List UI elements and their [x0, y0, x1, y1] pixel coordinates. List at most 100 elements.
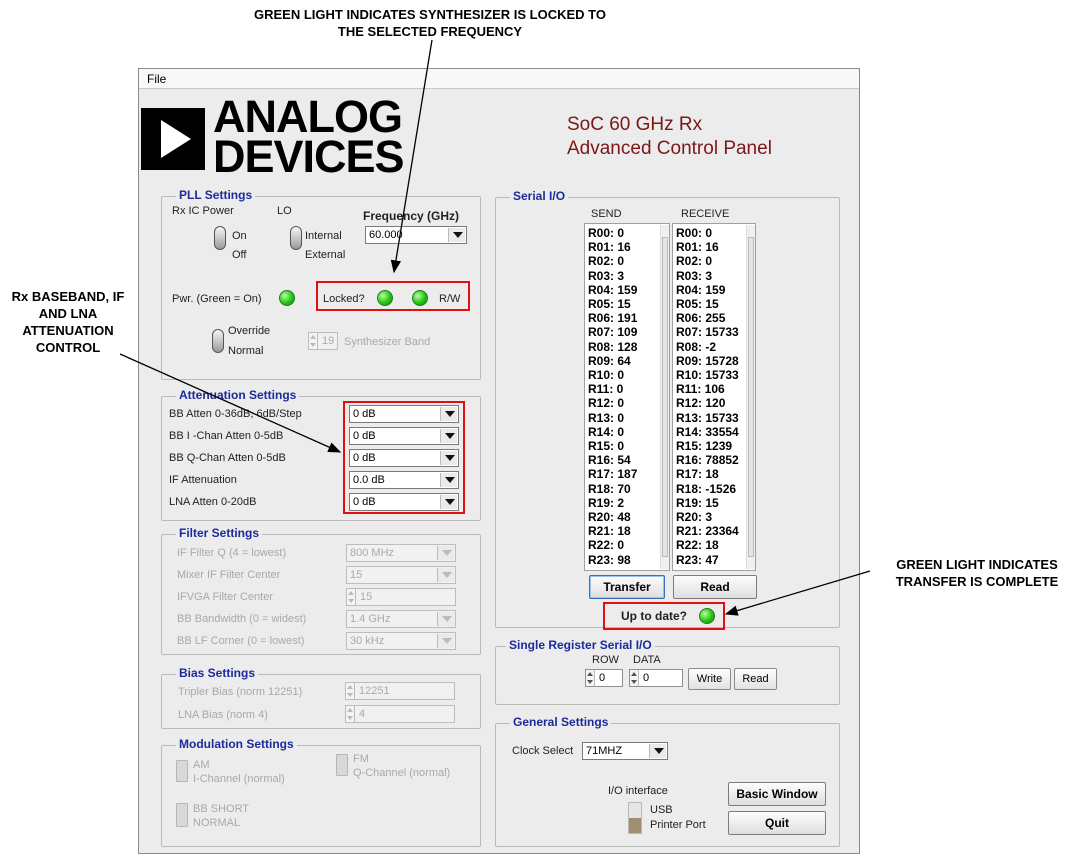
data-label: DATA — [633, 654, 661, 666]
row-label: ROW — [592, 654, 619, 666]
clock-select[interactable]: 71MHZ — [582, 742, 668, 760]
lo-switch[interactable] — [290, 226, 302, 250]
power-on-label: On — [232, 230, 247, 242]
atten-row-label: IF Attenuation — [169, 474, 237, 486]
power-off-label: Off — [232, 249, 247, 261]
synthesizer-band-stepper[interactable]: 19 — [308, 332, 338, 350]
rx-ic-power-switch[interactable] — [214, 226, 226, 250]
receive-register-row: R00: 0 — [676, 226, 713, 240]
send-register-row: R02: 0 — [588, 254, 625, 269]
basic-window-button[interactable]: Basic Window — [728, 782, 826, 806]
row-stepper[interactable]: 0 — [585, 669, 623, 687]
callout-synth-locked: GREEN LIGHT INDICATES SYNTHESIZER IS LOC… — [254, 7, 606, 39]
filter-settings-group: Filter Settings — [161, 526, 481, 655]
callout-transfer-complete: GREEN LIGHT INDICATES TRANSFER IS COMPLE… — [895, 557, 1059, 589]
am-label: AM — [193, 759, 210, 771]
io-interface-switch[interactable] — [628, 802, 642, 834]
receive-register-row: R05: 15 — [676, 297, 719, 311]
menu-bar: File — [139, 69, 859, 89]
attenuation-highlight-box — [343, 401, 465, 514]
receive-register-row: R08: -2 — [676, 339, 717, 354]
send-header: SEND — [591, 208, 622, 220]
i-channel-label: I-Channel (normal) — [193, 773, 285, 785]
send-register-row: R09: 64 — [588, 353, 631, 368]
modulation-settings-title: Modulation Settings — [176, 737, 297, 751]
receive-register-row: R12: 120 — [676, 396, 726, 411]
atten-row-label: BB Atten 0-36dB, 6dB/Step — [169, 408, 302, 420]
bb-short-label: BB SHORT — [193, 803, 250, 815]
send-scrollbar[interactable] — [660, 225, 669, 569]
logo-wordmark: ANALOG DEVICES — [213, 91, 405, 182]
send-register-row: R00: 0 — [588, 226, 625, 240]
receive-register-row: R10: 15733 — [676, 368, 739, 382]
send-register-row: R06: 191 — [588, 311, 638, 326]
usb-label: USB — [650, 804, 673, 816]
receive-register-row: R19: 15 — [676, 495, 719, 510]
pwr-status-led — [279, 290, 295, 306]
receive-register-row: R13: 15733 — [676, 410, 739, 425]
receive-register-row: R14: 33554 — [676, 424, 739, 439]
single-register-group: Single Register Serial I/O ROW DATA 0 0 … — [495, 638, 840, 705]
send-register-row: R11: 0 — [588, 382, 624, 397]
serial-read-button[interactable]: Read — [673, 575, 757, 599]
send-register-row: R23: 98 — [588, 552, 631, 567]
receive-register-row: R16: 78852 — [676, 453, 739, 468]
send-register-row: R05: 15 — [588, 297, 631, 311]
receive-register-row: R20: 3 — [676, 510, 713, 524]
receive-register-row: R21: 23364 — [676, 524, 739, 539]
menu-file[interactable]: File — [147, 72, 166, 86]
printer-port-label: Printer Port — [650, 819, 706, 831]
send-register-row: R15: 0 — [588, 439, 625, 453]
send-register-row: R03: 3 — [588, 268, 625, 283]
single-register-title: Single Register Serial I/O — [506, 638, 655, 652]
am-switch[interactable] — [176, 760, 188, 782]
general-settings-group: General Settings Clock Select 71MHZ I/O … — [495, 715, 840, 847]
single-read-button[interactable]: Read — [734, 668, 777, 690]
bb-normal-label: NORMAL — [193, 817, 241, 829]
analog-devices-logo-icon — [141, 108, 205, 170]
receive-register-list[interactable]: R00: 0 R01: 16 R02: 0 R03: 3 R04: 159 R05: 15… — [672, 223, 756, 571]
override-switch[interactable] — [212, 329, 224, 353]
synthesizer-band-label: Synthesizer Band — [344, 336, 431, 348]
send-register-row: R14: 0 — [588, 424, 625, 439]
locked-highlight-box — [316, 281, 470, 311]
receive-scrollbar[interactable] — [746, 225, 755, 569]
atten-row-label: BB Q-Chan Atten 0-5dB — [169, 452, 286, 464]
fm-switch[interactable] — [336, 754, 348, 776]
send-register-row: R19: 2 — [588, 495, 625, 510]
send-register-row: R08: 128 — [588, 339, 638, 354]
app-title: SoC 60 GHz Rx Advanced Control Panel — [567, 114, 772, 159]
receive-register-row: R04: 159 — [676, 282, 726, 297]
general-settings-title: General Settings — [510, 715, 612, 729]
io-interface-label: I/O interface — [608, 785, 668, 797]
data-stepper[interactable]: 0 — [629, 669, 683, 687]
receive-register-row: R22: 18 — [676, 538, 719, 553]
send-register-row: R04: 159 — [588, 282, 638, 297]
quit-button[interactable]: Quit — [728, 811, 826, 835]
receive-register-row: R09: 15728 — [676, 353, 739, 368]
send-register-row: R13: 0 — [588, 410, 625, 425]
modulation-settings-group: Modulation Settings AM I-Channel (normal… — [161, 737, 481, 847]
frequency-select[interactable]: 60.000 — [365, 226, 467, 244]
single-write-button[interactable]: Write — [688, 668, 731, 690]
app-window: File ANALOG DEVICES SoC 60 GHz Rx Advanc… — [138, 68, 860, 854]
q-channel-label: Q-Channel (normal) — [353, 767, 451, 779]
receive-header: RECEIVE — [681, 208, 730, 220]
lo-internal-label: Internal — [305, 230, 342, 242]
receive-register-row: R23: 47 — [676, 552, 719, 567]
send-register-row: R17: 187 — [588, 467, 638, 482]
normal-label: Normal — [228, 345, 264, 357]
send-register-row: R01: 16 — [588, 240, 631, 255]
send-register-row: R18: 70 — [588, 481, 631, 496]
clock-select-label: Clock Select — [512, 745, 574, 757]
pwr-status-label: Pwr. (Green = On) — [172, 293, 262, 305]
lna-bias-stepper[interactable]: 4 — [345, 705, 455, 723]
bias-settings-group: Bias Settings Tripler Bias (norm 12251) … — [161, 666, 481, 729]
receive-register-row: R11: 106 — [676, 382, 725, 397]
transfer-button[interactable]: Transfer — [589, 575, 665, 599]
tripler-bias-stepper[interactable]: 12251 — [345, 682, 455, 700]
send-register-list[interactable]: R00: 0 R01: 16 R02: 0 R03: 3 R04: 159 R05: 15… — [584, 223, 670, 571]
send-register-row: R07: 109 — [588, 325, 638, 340]
send-register-row: R12: 0 — [588, 396, 625, 411]
bb-short-switch[interactable] — [176, 803, 188, 827]
